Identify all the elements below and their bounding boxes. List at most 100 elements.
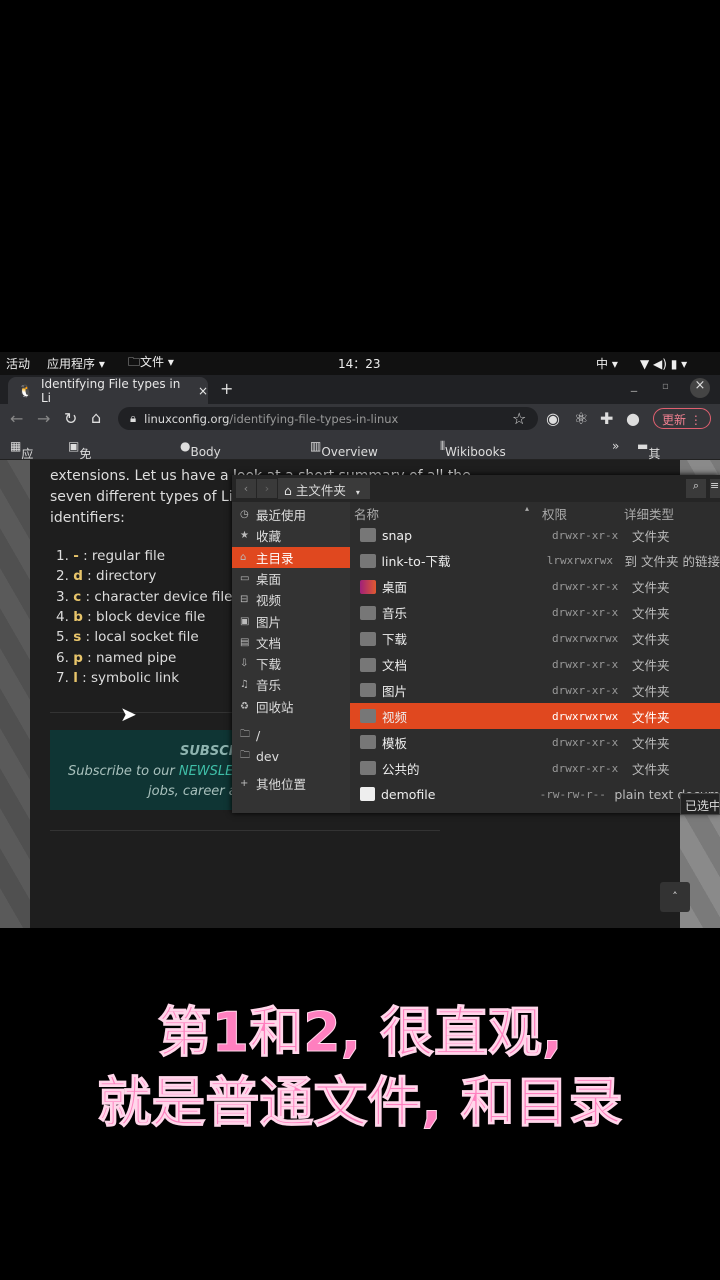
article-text: seven different types of Linux [50, 489, 259, 505]
puzzle-icon[interactable]: ✚ [600, 409, 613, 428]
close-window-button[interactable]: × [690, 378, 710, 398]
bookmark-item[interactable]: ⫴ Wikibooks [440, 439, 506, 459]
place-icon: ♻ [240, 700, 249, 712]
sidebar-item[interactable]: ★ 收藏 [232, 525, 350, 546]
caption-line-2: 就是普通文件, 和目录 [97, 1071, 623, 1135]
search-icon[interactable]: ⌕ [686, 479, 706, 498]
file-row[interactable]: demofile -rw-rw-r-- plain text docum [350, 781, 720, 807]
sidebar-item[interactable]: ⌂ 主目录 [232, 546, 350, 568]
list-item: 1. - : regular file [56, 548, 166, 564]
folder-icon [360, 709, 376, 724]
url-bar[interactable]: 🔒︎ linuxconfig.org/identifying-file-type… [118, 407, 538, 430]
place-icon: ♫ [240, 679, 249, 691]
url-path: /identifying-file-types-in-linux [229, 411, 399, 426]
list-item: 5. s : local socket file [56, 629, 199, 646]
list-item: 7. l : symbolic link [56, 669, 180, 686]
minimize-button[interactable]: – [630, 381, 638, 400]
file-row[interactable]: snap drwxr-xr-x 文件夹 [350, 522, 720, 548]
forward-button[interactable]: › [257, 479, 277, 498]
react-icon[interactable]: ⚛ [574, 409, 588, 428]
file-row[interactable]: 公共的 drwxr-xr-x 文件夹 [350, 755, 720, 781]
column-name[interactable]: 名称 [354, 504, 379, 523]
forward-icon[interactable]: → [37, 409, 50, 428]
list-item: 2. d : directory [56, 568, 157, 585]
bookmark-apps[interactable]: ▦ 应用 [10, 439, 33, 478]
star-icon[interactable]: ☆ [512, 409, 526, 428]
bookmarks-overflow[interactable]: » [612, 439, 619, 453]
sidebar-item[interactable]: ♫ 音乐 [232, 674, 350, 695]
file-row[interactable]: 视频 drwxrwxrwx 文件夹 [350, 703, 720, 730]
place-icon: ▣ [240, 615, 250, 627]
home-icon[interactable]: ⌂ [91, 408, 101, 427]
list-item: 4. b : block device file [56, 608, 206, 625]
apps-menu[interactable]: 应用程序 ▾ [47, 355, 105, 372]
file-manager-header: ‹ › ⌂ 主文件夹 ▾ ⌕ ≡ [232, 475, 720, 502]
place-icon: ⇩ [240, 658, 249, 670]
background-strip [0, 460, 30, 928]
update-button[interactable]: 更新 ⋮ [653, 408, 711, 429]
menu-icon[interactable]: ≡ [710, 479, 720, 498]
files-menu[interactable]: 🗀文件 ▾ [128, 353, 174, 374]
file-icon [360, 787, 375, 801]
new-tab-button[interactable]: + [220, 379, 233, 398]
wifi-icon[interactable]: ▼ ◀) ▮ ▾ [640, 357, 687, 371]
profile-avatar[interactable]: ● [626, 409, 640, 428]
scroll-top-button[interactable]: ˄ [660, 882, 690, 912]
bookmark-item[interactable]: ▣ 免费在线录屏 [68, 439, 91, 546]
divider [50, 830, 440, 831]
other-bookmarks[interactable]: ▬ 其他书签 [637, 439, 660, 512]
tux-icon: 🐧 [18, 383, 33, 398]
folder-icon [360, 735, 376, 750]
sidebar-item[interactable]: 🗀 / [232, 725, 350, 746]
extension-icon[interactable]: ◉ [546, 409, 560, 428]
activities-button[interactable]: 活动 [6, 355, 30, 372]
sidebar-item[interactable]: ▣ 图片 [232, 611, 350, 632]
back-icon[interactable]: ← [10, 409, 23, 428]
place-icon: ⌂ [240, 551, 247, 563]
place-icon: + [240, 777, 249, 789]
sidebar-item[interactable]: ▭ 桌面 [232, 568, 350, 589]
folder-icon [360, 605, 376, 620]
article-text: identifiers: [50, 510, 125, 526]
system-top-bar: 活动 应用程序 ▾ 🗀文件 ▾ 14：23 中 ▾ ▼ ◀) ▮ ▾ [0, 352, 720, 375]
tab-title: Identifying File types in Li [40, 376, 181, 405]
bookmark-item[interactable]: ▥ Overview —... [310, 439, 378, 473]
folder-icon [360, 683, 376, 698]
input-method[interactable]: 中 ▾ [596, 355, 618, 372]
file-row[interactable]: link-to-下载 lrwxrwxrwx 到 文件夹 的链接 [350, 548, 720, 574]
folder-icon [360, 528, 376, 542]
place-icon: ▤ [240, 636, 250, 648]
sidebar-item[interactable]: ⇩ 下载 [232, 653, 350, 674]
clock[interactable]: 14：23 [338, 355, 381, 372]
tab-active[interactable]: 🐧 Identifying File types in Li × [8, 376, 208, 405]
tab-close-button[interactable]: × [198, 384, 208, 398]
file-row[interactable]: 下载 drwxrwxrwx 文件夹 [350, 626, 720, 652]
place-icon: ★ [240, 530, 249, 542]
sidebar-item[interactable]: 🗀 dev [232, 746, 350, 767]
sidebar: ◷ 最近使用 ★ 收藏 ⌂ 主目录 ▭ 桌面 ⊟ 视频 ▣ 图片 ▤ 文档 ⇩ 下载 ♫ 音乐 ♻ 回收站 🗀 / 🗀 dev… [232, 502, 350, 813]
selection-status: 已选中 [680, 793, 720, 815]
address-toolbar: ← → ↻ ⌂ 🔒︎ linuxconfig.org/identifying-f… [0, 404, 720, 433]
file-row[interactable]: 桌面 drwxr-xr-x 文件夹 [350, 574, 720, 600]
list-item: 6. p : named pipe [56, 649, 177, 666]
reload-icon[interactable]: ↻ [64, 409, 77, 428]
folder-icon [360, 657, 376, 672]
sidebar-item[interactable]: ◷ 最近使用 [232, 504, 350, 525]
column-permissions[interactable]: 权限 [542, 504, 567, 523]
file-row[interactable]: 图片 drwxr-xr-x 文件夹 [350, 677, 720, 703]
location-home[interactable]: ⌂ 主文件夹 ▾ [278, 478, 370, 499]
file-row[interactable]: 文档 drwxr-xr-x 文件夹 [350, 652, 720, 678]
sidebar-item[interactable]: ♻ 回收站 [232, 696, 350, 717]
sidebar-item[interactable]: ▤ 文档 [232, 632, 350, 653]
bookmark-item[interactable]: ● Body - Fields -... [180, 439, 224, 501]
back-button[interactable]: ‹ [236, 479, 256, 498]
place-icon: ⊟ [240, 594, 249, 606]
sidebar-item[interactable]: ⊟ 视频 [232, 589, 350, 610]
maximize-button[interactable]: ▫ [662, 381, 669, 392]
list-item: 3. c : character device file [56, 588, 233, 605]
folder-icon [360, 553, 376, 568]
column-type[interactable]: 详细类型 [624, 504, 674, 523]
sidebar-item[interactable]: + 其他位置 [232, 773, 350, 794]
file-row[interactable]: 音乐 drwxr-xr-x 文件夹 [350, 600, 720, 626]
file-row[interactable]: 模板 drwxr-xr-x 文件夹 [350, 729, 720, 755]
